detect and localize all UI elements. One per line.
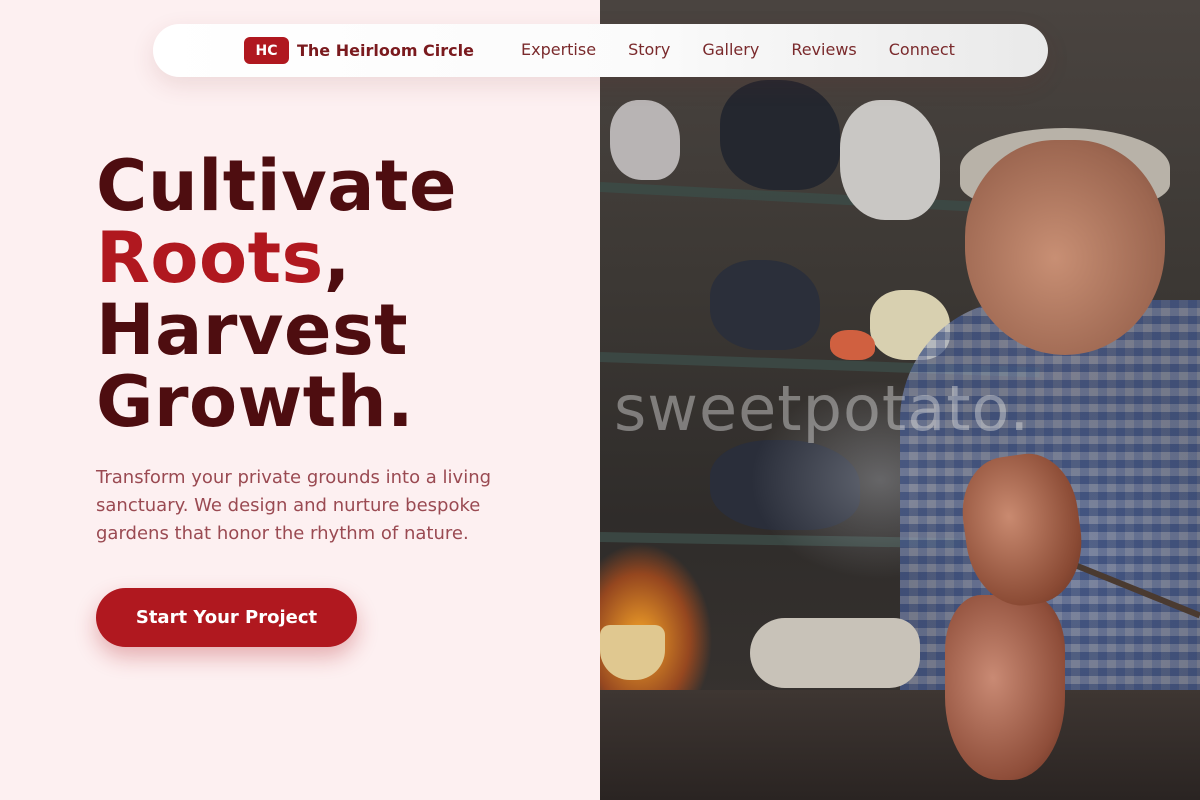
image-watermark: sweetpotato. (614, 372, 1031, 445)
hero-headline: Cultivate Roots, Harvest Growth. (96, 150, 457, 438)
nav-link-connect[interactable]: Connect (889, 40, 955, 59)
headline-comma: , (323, 217, 351, 299)
nav-link-reviews[interactable]: Reviews (791, 40, 856, 59)
shelf-bag (610, 100, 680, 180)
nav-link-story[interactable]: Story (628, 40, 670, 59)
nav-link-gallery[interactable]: Gallery (702, 40, 759, 59)
brand-name: The Heirloom Circle (297, 41, 474, 60)
headline-line-3: Harvest (96, 289, 409, 371)
shelf-bag (830, 330, 875, 360)
hero-description: Transform your private grounds into a li… (96, 467, 492, 544)
hero-image: sweetpotato. (600, 0, 1200, 800)
brand-logo[interactable]: HC The Heirloom Circle (244, 37, 474, 64)
artisan-face (965, 140, 1165, 355)
workbench (600, 690, 1200, 800)
shelf-bag (840, 100, 940, 220)
headline-line-1: Cultivate (96, 145, 457, 227)
top-navigation: HC The Heirloom Circle Expertise Story G… (153, 24, 1048, 77)
fire-bowl (600, 625, 665, 680)
shelf-bag (720, 80, 840, 190)
nav-link-expertise[interactable]: Expertise (521, 40, 596, 59)
shelf-bag (710, 260, 820, 350)
nav-links: Expertise Story Gallery Reviews Connect (521, 40, 987, 59)
headline-accent: Roots (96, 217, 324, 299)
headline-line-4: Growth. (96, 361, 415, 443)
brand-badge: HC (244, 37, 289, 64)
start-project-button[interactable]: Start Your Project (96, 588, 357, 647)
copper-pot-bottom (945, 595, 1065, 780)
gloved-hand (750, 618, 920, 688)
